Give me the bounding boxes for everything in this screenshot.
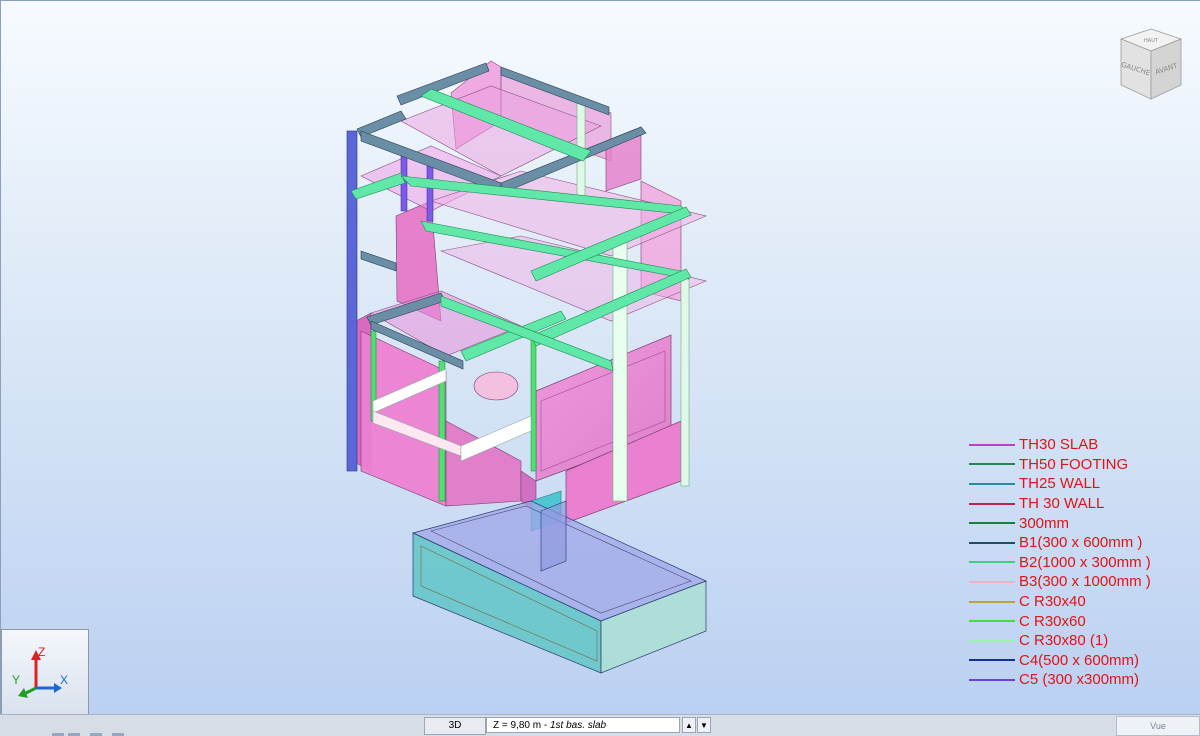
legend-item: B1(300 x 600mm ) [969, 533, 1199, 553]
legend-label: TH50 FOOTING [1019, 455, 1129, 473]
legend-swatch [969, 522, 1015, 525]
legend-item: 300mm [969, 513, 1199, 533]
plane-down-button[interactable]: ▼ [697, 717, 711, 733]
legend-swatch [969, 502, 1015, 505]
legend-swatch [969, 463, 1015, 466]
column-c4 [346, 130, 358, 472]
section-legend: TH30 SLAB TH50 FOOTING TH25 WALL TH 30 WALL… [969, 435, 1199, 690]
legend-swatch [969, 659, 1015, 662]
legend-label: C R30x60 [1019, 612, 1086, 630]
legend-item: C R30x60 [969, 611, 1199, 631]
legend-label: TH25 WALL [1019, 475, 1101, 493]
legend-swatch [969, 561, 1015, 564]
work-plane-selector[interactable]: Z = 9,80 m - 1st bas. slab [486, 717, 680, 733]
legend-item: TH 30 WALL [969, 494, 1199, 514]
legend-label: C5 (300 x300mm) [1019, 671, 1140, 689]
column [680, 275, 690, 487]
z-axis-label: Z [38, 645, 45, 659]
view-mode-button[interactable]: 3D [424, 717, 486, 735]
legend-swatch [969, 443, 1015, 446]
column [530, 330, 537, 472]
3d-viewport[interactable]: HAUT GAUCHE AVANT Z Y X TH30 SLAB TH50 FO… [0, 0, 1200, 715]
legend-label: B3(300 x 1000mm ) [1019, 573, 1151, 591]
view-cube-top-label: HAUT [1144, 38, 1159, 44]
legend-item: B3(300 x 1000mm ) [969, 572, 1199, 592]
view-cube[interactable]: HAUT GAUCHE AVANT [1111, 25, 1191, 105]
beam-b1 [360, 250, 397, 272]
x-axis-label: X [60, 673, 68, 687]
legend-swatch [969, 639, 1015, 642]
legend-swatch [969, 580, 1015, 583]
y-axis-label: Y [12, 673, 20, 687]
legend-item: C R30x40 [969, 592, 1199, 612]
legend-item: C R30x80 (1) [969, 631, 1199, 651]
legend-swatch [969, 541, 1015, 544]
legend-swatch [969, 678, 1015, 681]
axis-icon: Z Y X [12, 645, 68, 698]
legend-label: TH30 SLAB [1019, 436, 1099, 454]
legend-item: TH25 WALL [969, 474, 1199, 494]
legend-label: B2(1000 x 300mm ) [1019, 553, 1151, 571]
legend-label: 300mm [1019, 514, 1070, 532]
column-c5 [426, 165, 434, 222]
legend-item: B2(1000 x 300mm ) [969, 553, 1199, 573]
vue-tab[interactable]: Vue [1116, 716, 1200, 736]
legend-swatch [969, 600, 1015, 603]
legend-label: B1(300 x 600mm ) [1019, 534, 1143, 552]
legend-label: TH 30 WALL [1019, 495, 1105, 513]
legend-label: C R30x40 [1019, 593, 1086, 611]
legend-item: TH30 SLAB [969, 435, 1199, 455]
legend-item: TH50 FOOTING [969, 455, 1199, 475]
status-bar: 3D Z = 9,80 m - 1st bas. slab ▲ ▼ Vue [0, 714, 1200, 736]
plane-level: Z = 9,80 m - [493, 720, 550, 731]
plane-name: 1st bas. slab [549, 720, 607, 731]
legend-label: C4(500 x 600mm) [1019, 651, 1140, 669]
legend-item: C4(500 x 600mm) [969, 651, 1199, 671]
legend-swatch [969, 482, 1015, 485]
legend-swatch [969, 620, 1015, 623]
legend-item: C5 (300 x300mm) [969, 670, 1199, 690]
column [612, 240, 628, 502]
axis-triad: Z Y X [1, 629, 89, 715]
plane-up-button[interactable]: ▲ [682, 717, 696, 733]
legend-label: C R30x80 (1) [1019, 632, 1109, 650]
